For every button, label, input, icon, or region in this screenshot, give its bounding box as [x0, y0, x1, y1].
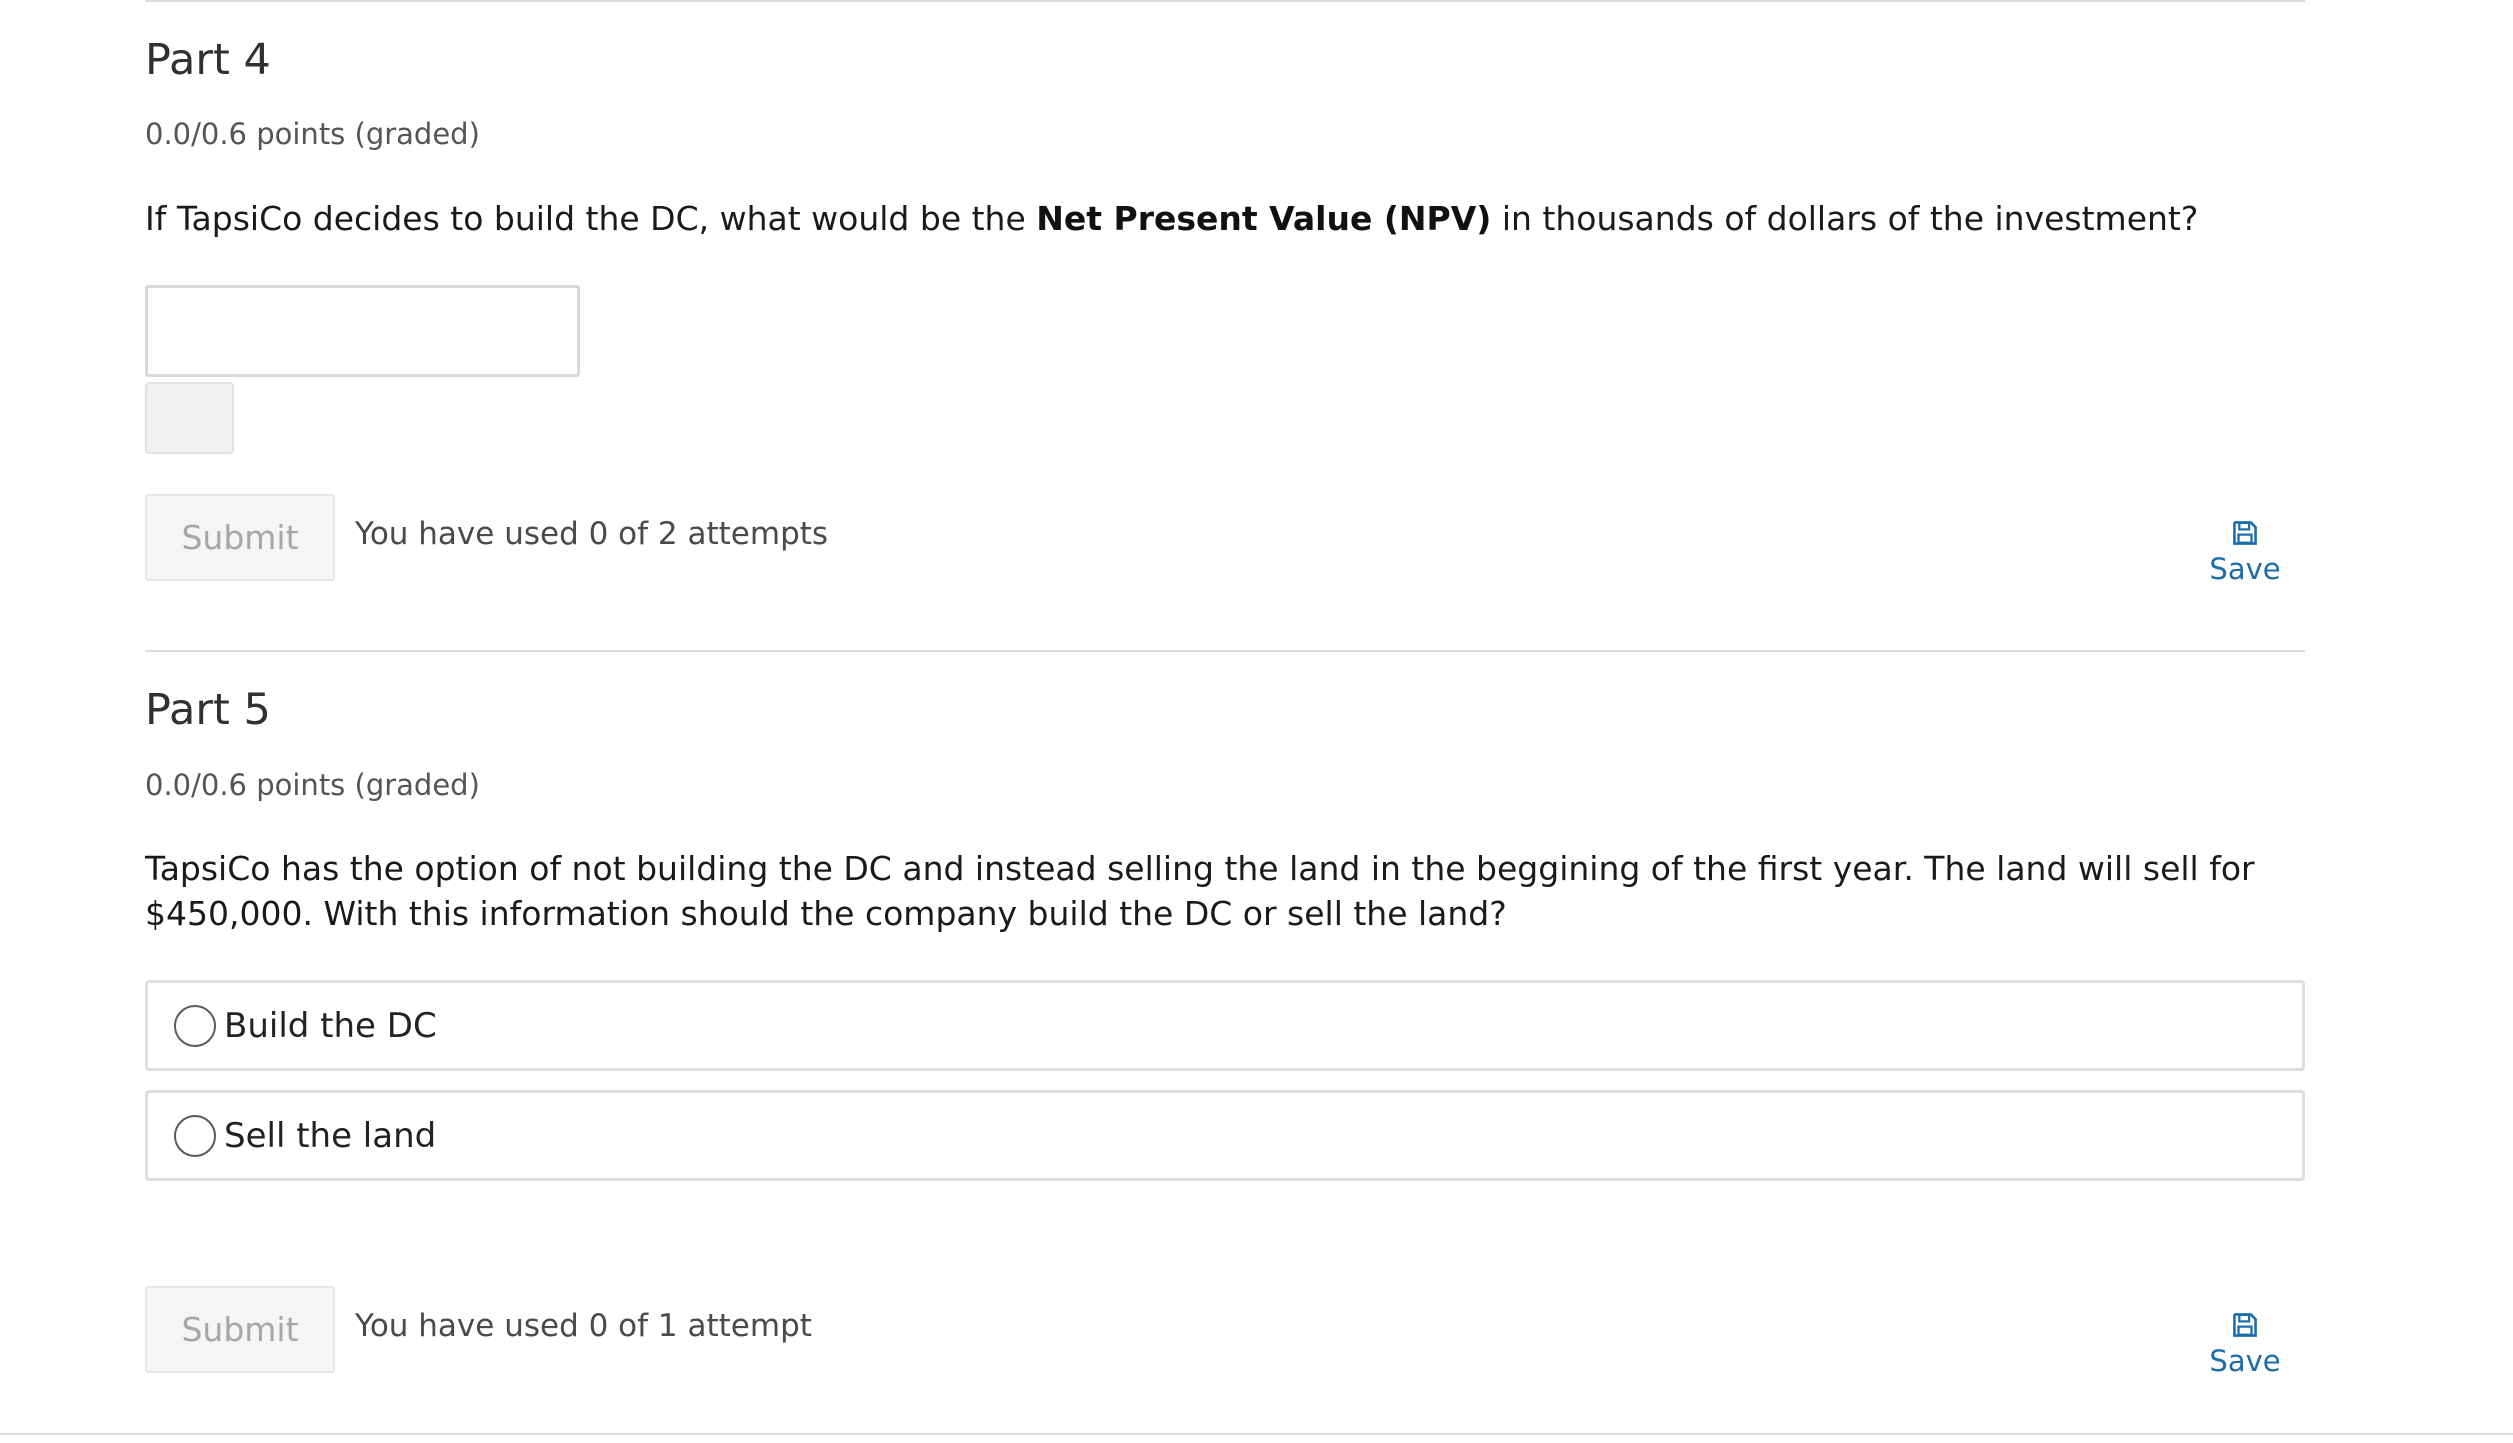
part5-question: TapsiCo has the option of not building t… — [145, 849, 2255, 933]
part4-attempts-text: You have used 0 of 2 attempts — [355, 516, 829, 552]
floppy-disk-icon — [2233, 521, 2257, 545]
part4-submit-button[interactable]: Submit — [145, 494, 335, 581]
choice-build-the-dc[interactable]: Build the DC — [145, 980, 2305, 1071]
part4-question-text-1: If TapsiCo decides to build the DC, what… — [145, 199, 1037, 238]
npv-answer-input[interactable] — [145, 285, 580, 377]
top-divider — [145, 0, 2305, 2]
choice-label: Build the DC — [224, 1005, 437, 1046]
part4-save-button[interactable]: Save — [2195, 520, 2295, 586]
choice-label: Sell the land — [224, 1115, 437, 1156]
part5-save-label: Save — [2209, 1344, 2281, 1378]
part5-points: 0.0/0.6 points (graded) — [145, 768, 480, 802]
part5-attempts-text: You have used 0 of 1 attempt — [355, 1308, 812, 1344]
part5-save-button[interactable]: Save — [2195, 1312, 2295, 1378]
part5-title: Part 5 — [145, 685, 271, 735]
part4-question-bold: Net Present Value (NPV) — [1036, 199, 1492, 238]
radio-build-the-dc[interactable] — [174, 1004, 216, 1047]
floppy-disk-icon — [2233, 1313, 2257, 1337]
part4-question-text-2: in thousands of dollars of the investmen… — [1491, 199, 2199, 238]
part4-question: If TapsiCo decides to build the DC, what… — [145, 196, 2198, 241]
part4-points: 0.0/0.6 points (graded) — [145, 117, 480, 151]
choice-sell-the-land[interactable]: Sell the land — [145, 1090, 2305, 1181]
part4-title: Part 4 — [145, 35, 271, 85]
part5-submit-button[interactable]: Submit — [145, 1286, 335, 1373]
section-divider — [145, 650, 2305, 652]
radio-sell-the-land[interactable] — [174, 1114, 216, 1157]
part4-answer-status — [145, 382, 234, 454]
bottom-divider — [0, 1433, 2513, 1435]
part4-save-label: Save — [2209, 552, 2281, 586]
